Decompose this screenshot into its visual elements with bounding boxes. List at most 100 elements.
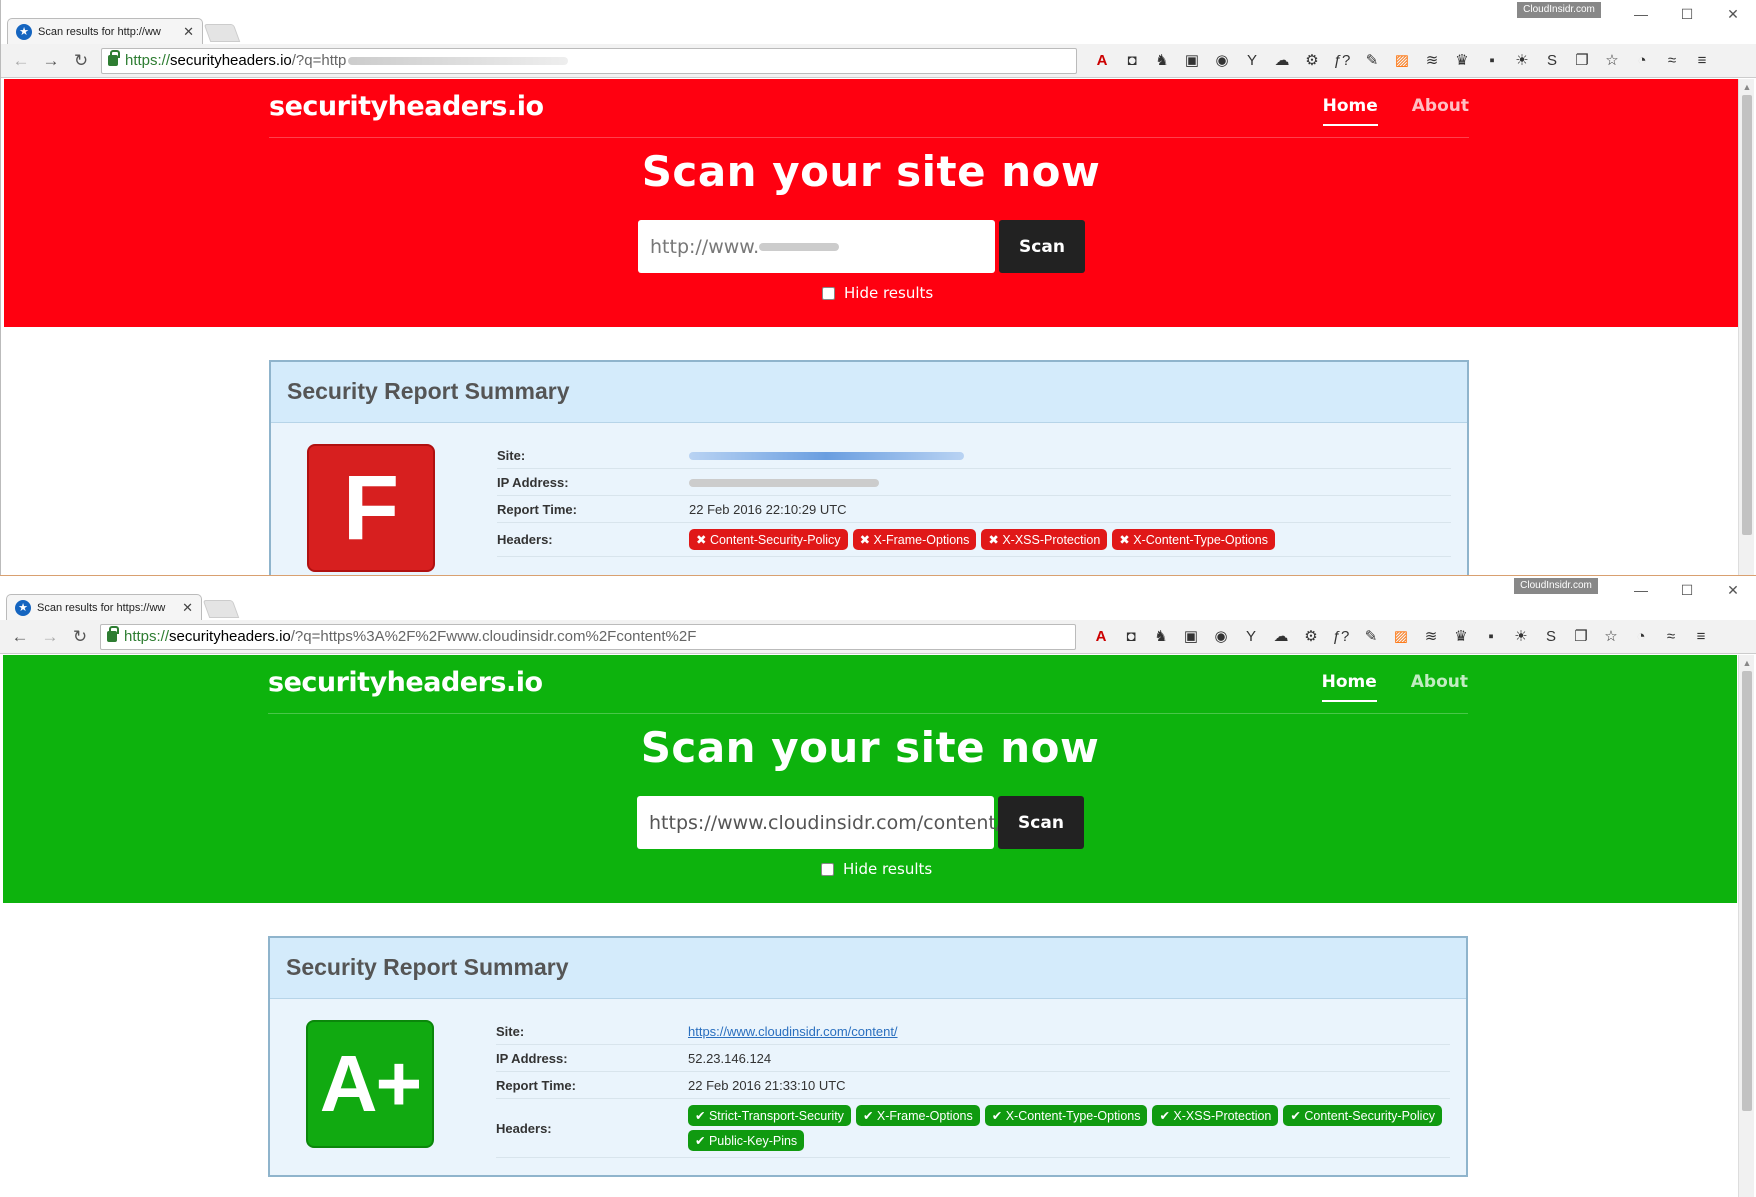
bulb-icon[interactable]: ☀ [1511,50,1533,72]
page-content: securityheaders.io Home About Scan your … [4,79,1738,575]
scrollbar[interactable]: ▲ [1738,79,1754,575]
gear-icon[interactable]: ⚙ [1300,626,1322,648]
eye-badge-icon[interactable]: ◉ [1211,50,1233,72]
forward-icon[interactable]: → [39,49,63,73]
forward-icon[interactable]: → [38,625,62,649]
url-host: securityheaders.io [169,628,291,645]
scroll-thumb[interactable] [1742,95,1752,535]
close-window-icon[interactable]: ✕ [1710,576,1756,604]
close-window-icon[interactable]: ✕ [1710,0,1756,28]
reload-icon[interactable]: ↻ [69,49,93,73]
time-value: 22 Feb 2016 21:33:10 UTC [688,1077,846,1093]
rss-icon[interactable]: ◔ [1630,626,1652,648]
new-tab-button[interactable] [202,600,240,618]
back-icon[interactable]: ← [9,49,33,73]
eye-badge-icon[interactable]: ◉ [1210,626,1232,648]
report-info-table: Site: IP Address: Report Time: 22 Feb 20… [497,442,1451,557]
reload-icon[interactable]: ↻ [68,625,92,649]
es-icon[interactable]: ▪ [1480,626,1502,648]
scan-button[interactable]: Scan [998,796,1084,849]
vimeo-icon[interactable]: Y [1241,50,1263,72]
scroll-up-icon[interactable]: ▲ [1739,655,1755,671]
nav-home[interactable]: Home [1322,96,1378,126]
hide-results-row: Hide results [821,860,932,878]
back-icon[interactable]: ← [8,625,32,649]
hide-results-checkbox[interactable] [821,862,834,876]
maximize-icon[interactable]: ☐ [1664,576,1710,604]
new-tab-button[interactable] [203,24,241,42]
onedrive-icon[interactable]: ☁ [1271,50,1293,72]
hide-results-checkbox[interactable] [822,286,835,300]
es-icon[interactable]: ▪ [1481,50,1503,72]
header-badges: ✔ Strict-Transport-Security ✔ X-Frame-Opt… [688,1103,1450,1153]
lock-icon [108,50,120,66]
outlook-icon[interactable]: ▣ [1181,50,1203,72]
window-controls: — ☐ ✕ [1618,576,1756,604]
chart-icon[interactable]: ▨ [1391,50,1413,72]
eyedropper-icon[interactable]: ✎ [1361,50,1383,72]
wp-icon[interactable]: ≈ [1661,50,1683,72]
adobe-pdf-icon[interactable]: A [1091,50,1113,72]
brand-logo[interactable]: securityheaders.io [269,91,544,122]
rss-icon[interactable]: ◔ [1631,50,1653,72]
evernote-icon[interactable]: ♞ [1151,50,1173,72]
onedrive-icon[interactable]: ☁ [1270,626,1292,648]
menu-icon[interactable]: ≡ [1690,626,1712,648]
browser-tab[interactable]: ★ Scan results for https://ww ✕ [6,594,202,620]
time-label: Report Time: [496,1077,576,1093]
s-icon[interactable]: S [1540,626,1562,648]
evernote-icon[interactable]: ♞ [1150,626,1172,648]
nav-about[interactable]: About [1412,96,1469,126]
star-icon[interactable]: ☆ [1600,626,1622,648]
buffer-icon[interactable]: ≋ [1421,50,1443,72]
scrollbar[interactable]: ▲ [1738,655,1754,1197]
scroll-up-icon[interactable]: ▲ [1739,79,1755,95]
pocket-icon[interactable]: ◘ [1120,626,1142,648]
headers-label: Headers: [497,532,553,547]
favicon-icon: ★ [15,599,31,616]
tab-close-icon[interactable]: ✕ [182,600,193,616]
brand-logo[interactable]: securityheaders.io [268,667,543,698]
browser-toolbar: ← → ↻ https:// securityheaders.io /?q=ht… [1,44,1756,78]
copy-icon[interactable]: ❐ [1571,50,1593,72]
report-title: Security Report Summary [270,938,1466,999]
menu-icon[interactable]: ≡ [1691,50,1713,72]
address-bar[interactable]: https:// securityheaders.io /?q=https%3A… [100,623,1076,650]
vimeo-icon[interactable]: Y [1240,626,1262,648]
outlook-icon[interactable]: ▣ [1180,626,1202,648]
browser-tab[interactable]: ★ Scan results for http://ww ✕ [7,18,203,44]
scan-input[interactable]: http://www. [638,220,995,273]
scan-input[interactable]: https://www.cloudinsidr.com/content/ [637,796,1002,849]
nav-about[interactable]: About [1411,672,1468,702]
address-bar[interactable]: https:// securityheaders.io /?q=http [101,47,1077,74]
headers-label: Headers: [496,1120,552,1136]
minimize-icon[interactable]: — [1618,0,1664,28]
wp-icon[interactable]: ≈ [1660,626,1682,648]
crown-icon[interactable]: ♛ [1451,50,1473,72]
nav-home[interactable]: Home [1321,672,1377,702]
adobe-pdf-icon[interactable]: A [1090,626,1112,648]
tab-close-icon[interactable]: ✕ [183,24,194,40]
header-badges: ✖ Content-Security-Policy ✖ X-Frame-Optio… [689,527,1451,552]
fx-icon[interactable]: ƒ? [1331,50,1353,72]
redacted-ip [689,479,879,488]
copy-icon[interactable]: ❐ [1570,626,1592,648]
bulb-icon[interactable]: ☀ [1510,626,1532,648]
hero-title: Scan your site now [641,147,1101,196]
scan-button[interactable]: Scan [999,220,1085,273]
pocket-icon[interactable]: ◘ [1121,50,1143,72]
gear-icon[interactable]: ⚙ [1301,50,1323,72]
eyedropper-icon[interactable]: ✎ [1360,626,1382,648]
chart-icon[interactable]: ▨ [1390,626,1412,648]
minimize-icon[interactable]: — [1618,576,1664,604]
star-icon[interactable]: ☆ [1601,50,1623,72]
maximize-icon[interactable]: ☐ [1664,0,1710,28]
hero-title: Scan your site now [640,723,1100,772]
crown-icon[interactable]: ♛ [1450,626,1472,648]
s-icon[interactable]: S [1541,50,1563,72]
site-link[interactable]: https://www.cloudinsidr.com/content/ [688,1024,898,1039]
header-badge: ✔ X-Content-Type-Options [984,1105,1148,1126]
buffer-icon[interactable]: ≋ [1420,626,1442,648]
scroll-thumb[interactable] [1742,671,1752,1111]
fx-icon[interactable]: ƒ? [1330,626,1352,648]
